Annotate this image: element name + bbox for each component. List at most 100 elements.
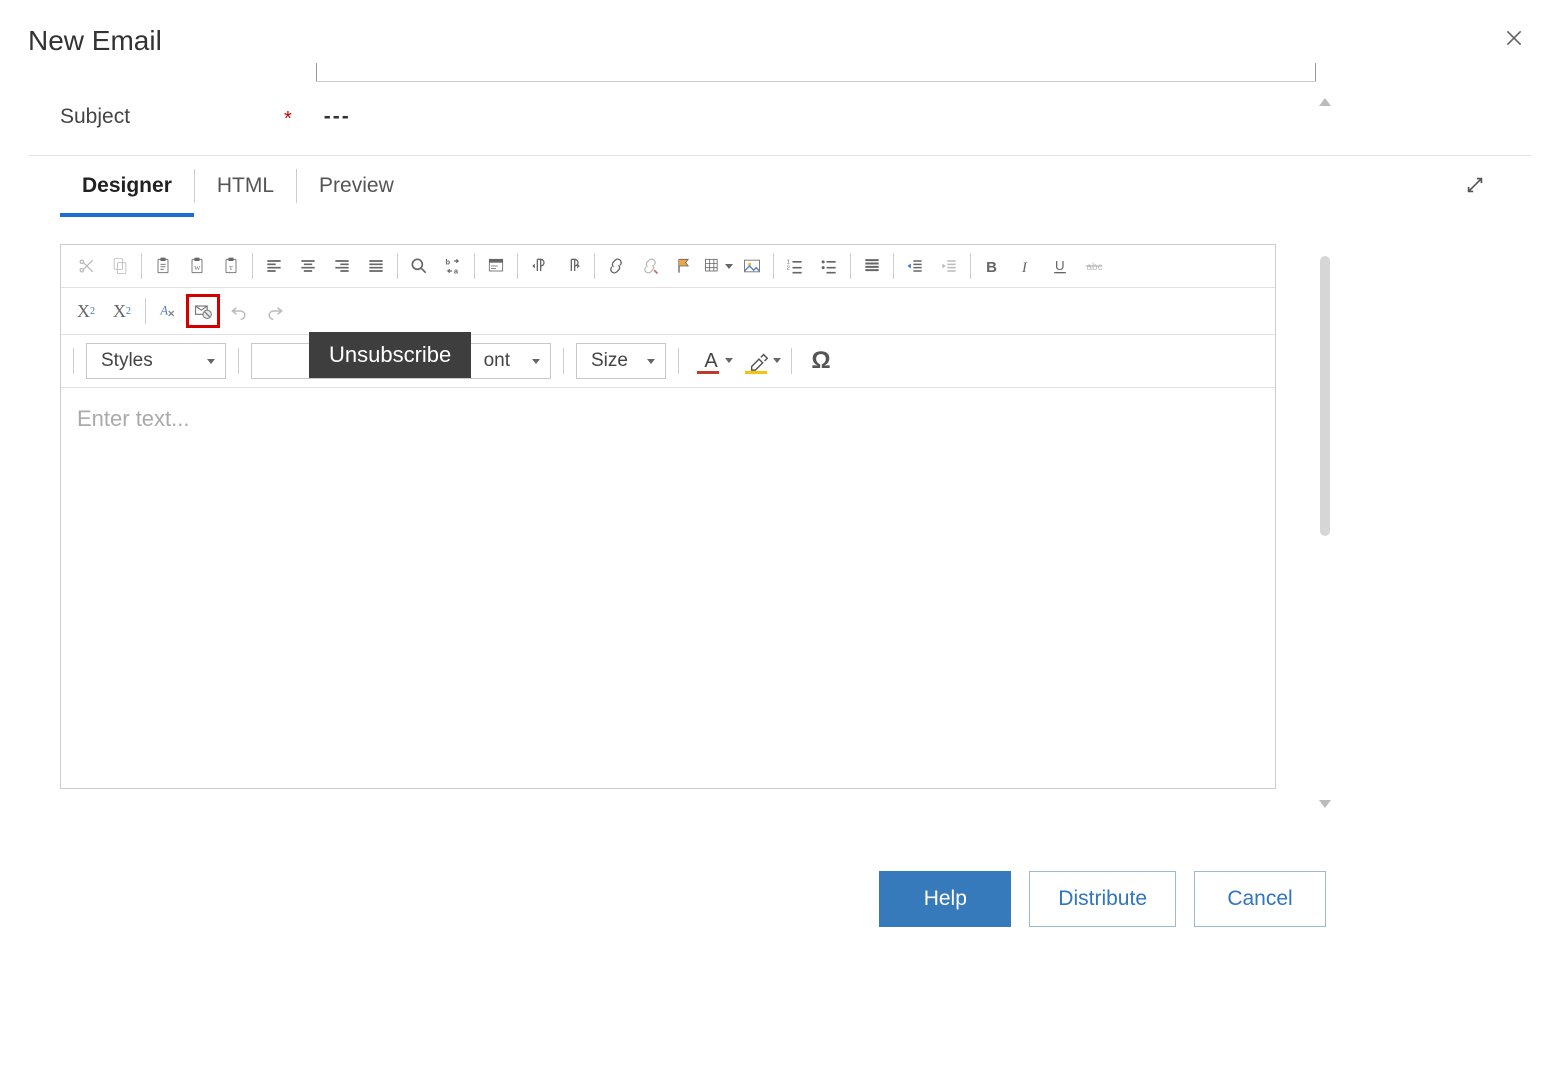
italic-icon: I <box>1016 256 1036 276</box>
replace-button[interactable]: ba <box>436 249 470 283</box>
toolbar-separator <box>145 298 146 324</box>
unlink-icon <box>640 256 660 276</box>
superscript-button[interactable]: X2 <box>105 294 139 328</box>
highlighter-icon <box>748 350 770 372</box>
svg-text:abc: abc <box>1087 262 1103 273</box>
subject-row: Subject * --- <box>0 82 1560 155</box>
unlink-button[interactable] <box>633 249 667 283</box>
scrollbar-thumb[interactable] <box>1320 256 1330 536</box>
toolbar-separator <box>594 253 595 279</box>
indent-icon <box>905 256 925 276</box>
strike-icon: abc <box>1084 256 1104 276</box>
italic-button[interactable]: I <box>1009 249 1043 283</box>
paste-button[interactable] <box>146 249 180 283</box>
dialog-footer: Help Distribute Cancel <box>879 871 1326 927</box>
size-dropdown[interactable]: Size <box>576 343 666 379</box>
expand-icon <box>1464 174 1486 196</box>
align-right-icon <box>332 256 352 276</box>
anchor-button[interactable] <box>667 249 701 283</box>
tab-html[interactable]: HTML <box>195 156 296 216</box>
editor-content-area[interactable]: Enter text... <box>61 388 1275 788</box>
clipboard-word-icon: W <box>187 256 207 276</box>
help-button[interactable]: Help <box>879 871 1011 927</box>
align-center-icon <box>298 256 318 276</box>
copy-button[interactable] <box>103 249 137 283</box>
svg-text:T: T <box>229 265 233 272</box>
bold-icon: B <box>982 256 1002 276</box>
cut-button[interactable] <box>69 249 103 283</box>
clear-format-button[interactable]: A <box>150 294 184 328</box>
paste-text-button[interactable]: T <box>214 249 248 283</box>
unsubscribe-button[interactable] <box>186 294 220 328</box>
toolbar-separator <box>252 253 253 279</box>
editor-toolbar-row3: Styles ont Size A Ω <box>61 335 1275 388</box>
align-left-button[interactable] <box>257 249 291 283</box>
caret-down-icon <box>207 359 215 364</box>
templates-icon <box>486 256 506 276</box>
bullet-list-button[interactable] <box>812 249 846 283</box>
subject-label: Subject <box>60 105 284 129</box>
link-button[interactable] <box>599 249 633 283</box>
align-center-button[interactable] <box>291 249 325 283</box>
paste-word-button[interactable]: W <box>180 249 214 283</box>
clipboard-icon <box>153 256 173 276</box>
rtl-button[interactable] <box>556 249 590 283</box>
ltr-button[interactable] <box>522 249 556 283</box>
justify-button[interactable] <box>359 249 393 283</box>
toolbar-separator <box>73 348 74 374</box>
indent-button[interactable] <box>898 249 932 283</box>
subscript-button[interactable]: X2 <box>69 294 103 328</box>
undo-button[interactable] <box>222 294 256 328</box>
underline-icon: U <box>1050 256 1070 276</box>
subject-input[interactable]: --- <box>324 105 351 129</box>
bold-button[interactable]: B <box>975 249 1009 283</box>
toolbar-separator <box>893 253 894 279</box>
caret-down-icon <box>773 358 781 363</box>
close-button[interactable] <box>1496 24 1532 57</box>
cancel-button[interactable]: Cancel <box>1194 871 1326 927</box>
scroll-up-arrow[interactable] <box>1319 98 1331 106</box>
image-button[interactable] <box>735 249 769 283</box>
distribute-button[interactable]: Distribute <box>1029 871 1176 927</box>
tab-designer[interactable]: Designer <box>60 156 194 216</box>
close-icon <box>1504 28 1524 48</box>
dialog-title: New Email <box>28 25 162 57</box>
underline-button[interactable]: U <box>1043 249 1077 283</box>
bg-color-button[interactable] <box>739 344 779 378</box>
toolbar-separator <box>474 253 475 279</box>
caret-down-icon <box>725 264 733 269</box>
redo-button[interactable] <box>258 294 292 328</box>
blockquote-button[interactable] <box>855 249 889 283</box>
strike-button[interactable]: abc <box>1077 249 1111 283</box>
text-color-button[interactable]: A <box>691 344 731 378</box>
numbered-list-button[interactable]: 12 <box>778 249 812 283</box>
search-icon <box>409 256 429 276</box>
styles-dropdown[interactable]: Styles <box>86 343 226 379</box>
outdent-button[interactable] <box>932 249 966 283</box>
rich-text-editor: W T ba 12 B I U abc X2 X2 <box>60 244 1276 789</box>
outdent-icon <box>939 256 959 276</box>
svg-text:B: B <box>986 259 997 276</box>
styles-label: Styles <box>101 350 153 372</box>
svg-text:I: I <box>1021 260 1028 276</box>
svg-text:b: b <box>446 257 451 266</box>
find-button[interactable] <box>402 249 436 283</box>
table-button[interactable] <box>701 249 735 283</box>
blockquote-icon <box>862 256 882 276</box>
clear-format-icon: A <box>157 301 177 321</box>
svg-text:A: A <box>159 303 168 317</box>
scroll-down-arrow[interactable] <box>1319 800 1331 808</box>
caret-down-icon <box>647 359 655 364</box>
clipboard-text-icon: T <box>221 256 241 276</box>
expand-button[interactable] <box>1456 166 1494 207</box>
flag-icon <box>674 256 694 276</box>
redo-icon <box>265 301 285 321</box>
templates-button[interactable] <box>479 249 513 283</box>
scissors-icon <box>76 256 96 276</box>
toolbar-separator <box>678 348 679 374</box>
svg-text:2: 2 <box>787 265 790 271</box>
special-char-button[interactable]: Ω <box>804 347 838 375</box>
unsubscribe-icon <box>193 301 213 321</box>
tab-preview[interactable]: Preview <box>297 156 416 216</box>
align-right-button[interactable] <box>325 249 359 283</box>
